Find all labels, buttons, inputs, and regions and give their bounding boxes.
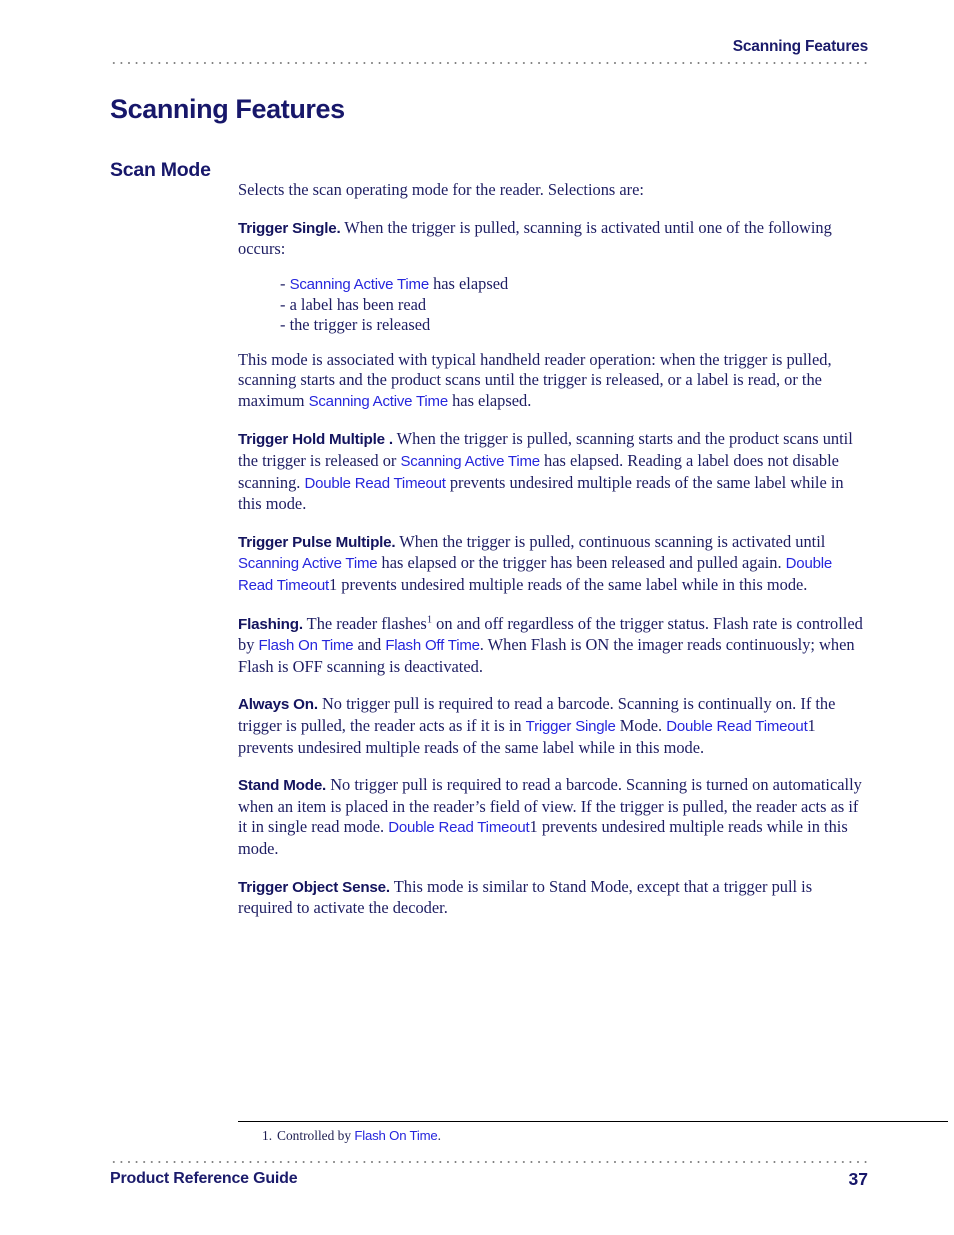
running-header-title: Scanning Features (732, 38, 868, 55)
footer-guide-title: Product Reference Guide (110, 1170, 298, 1187)
page-number: 37 (848, 1169, 868, 1189)
list-item: - the trigger is released (238, 315, 868, 335)
paragraph-trigger-pulse-multiple: Trigger Pulse Multiple. When the trigger… (238, 532, 868, 597)
paragraph-stand-mode: Stand Mode. No trigger pull is required … (238, 775, 868, 859)
mode-note-text-2: has elapsed. (448, 390, 532, 410)
link-flash-on-time[interactable]: Flash On Time (354, 1128, 437, 1143)
flashing-text-1: The reader flashes (302, 613, 427, 633)
paragraph-mode-note: This mode is associated with typical han… (238, 350, 868, 413)
runin-label-trigger-object-sense: Trigger Object Sense. (238, 878, 390, 896)
tpm-text-3: prevents undesired multiple reads of the… (337, 575, 808, 595)
footer-dotted-rule (110, 1161, 868, 1163)
footnote-reference: 1 (328, 575, 338, 595)
paragraph-trigger-single: Trigger Single. When the trigger is pull… (238, 218, 868, 260)
paragraph-trigger-hold-multiple: Trigger Hold Multiple . When the trigger… (238, 429, 868, 514)
runin-label-trigger-hold-multiple: Trigger Hold Multiple . (238, 431, 393, 449)
tpm-text-2: has elapsed or the trigger has been rele… (377, 553, 786, 573)
link-scanning-active-time[interactable]: Scanning Active Time (400, 453, 540, 470)
page-title: Scanning Features (110, 94, 345, 125)
trigger-single-conditions-list: - Scanning Active Time has elapsed - a l… (238, 274, 868, 336)
runin-label-always-on: Always On. (238, 696, 318, 714)
link-scanning-active-time[interactable]: Scanning Active Time (238, 555, 378, 572)
footnote-1: 1. Controlled by Flash On Time. (262, 1127, 441, 1145)
runin-label-trigger-single: Trigger Single. (238, 219, 341, 237)
link-flash-on-time[interactable]: Flash On Time (259, 637, 354, 654)
list-dash: - (280, 315, 290, 335)
footnote-text-1: Controlled by (277, 1128, 355, 1143)
always-on-text-3: prevents undesired multiple reads of the… (238, 737, 705, 757)
always-on-text-2: Mode. (615, 715, 667, 735)
document-page: Scanning Features Scanning Features Scan… (0, 0, 954, 1235)
link-scanning-active-time[interactable]: Scanning Active Time (309, 393, 449, 410)
runin-label-flashing: Flashing. (238, 615, 303, 633)
paragraph-always-on: Always On. No trigger pull is required t… (238, 694, 868, 758)
intro-text: Selects the scan operating mode for the … (238, 180, 644, 199)
paragraph-trigger-object-sense: Trigger Object Sense. This mode is simil… (238, 877, 868, 919)
link-double-read-timeout[interactable]: Double Read Timeout (388, 819, 529, 836)
runin-label-trigger-pulse-multiple: Trigger Pulse Multiple. (238, 533, 396, 551)
footnote-reference: 1 (529, 817, 538, 837)
flashing-text-3: and (353, 635, 386, 655)
footnote-text-2: . (437, 1128, 441, 1143)
header-dotted-rule (110, 62, 868, 64)
link-double-read-timeout[interactable]: Double Read Timeout (304, 475, 445, 492)
list-item-text: has elapsed (428, 273, 509, 293)
link-flash-off-time[interactable]: Flash Off Time (385, 637, 480, 654)
footnote-number: 1. (262, 1128, 273, 1143)
list-item-text: the trigger is released (289, 315, 431, 335)
list-dash: - (280, 273, 290, 293)
runin-label-stand-mode: Stand Mode. (238, 777, 327, 795)
link-double-read-timeout[interactable]: Double Read Timeout (666, 718, 807, 735)
footnote-separator-rule (238, 1121, 948, 1123)
tpm-text-1: When the trigger is pulled, continuous s… (395, 531, 826, 551)
list-item-text: a label has been read (289, 295, 427, 315)
list-item: - a label has been read (238, 295, 868, 315)
footnote-reference: 1 (807, 715, 816, 735)
body-column: Selects the scan operating mode for the … (238, 180, 868, 936)
link-scanning-active-time[interactable]: Scanning Active Time (290, 276, 430, 293)
link-trigger-single[interactable]: Trigger Single (526, 718, 616, 735)
section-heading-scan-mode: Scan Mode (110, 159, 211, 182)
paragraph-intro: Selects the scan operating mode for the … (238, 180, 868, 201)
list-dash: - (280, 295, 290, 315)
list-item: - Scanning Active Time has elapsed (238, 274, 868, 295)
paragraph-flashing: Flashing. The reader flashes1 on and off… (238, 614, 868, 678)
